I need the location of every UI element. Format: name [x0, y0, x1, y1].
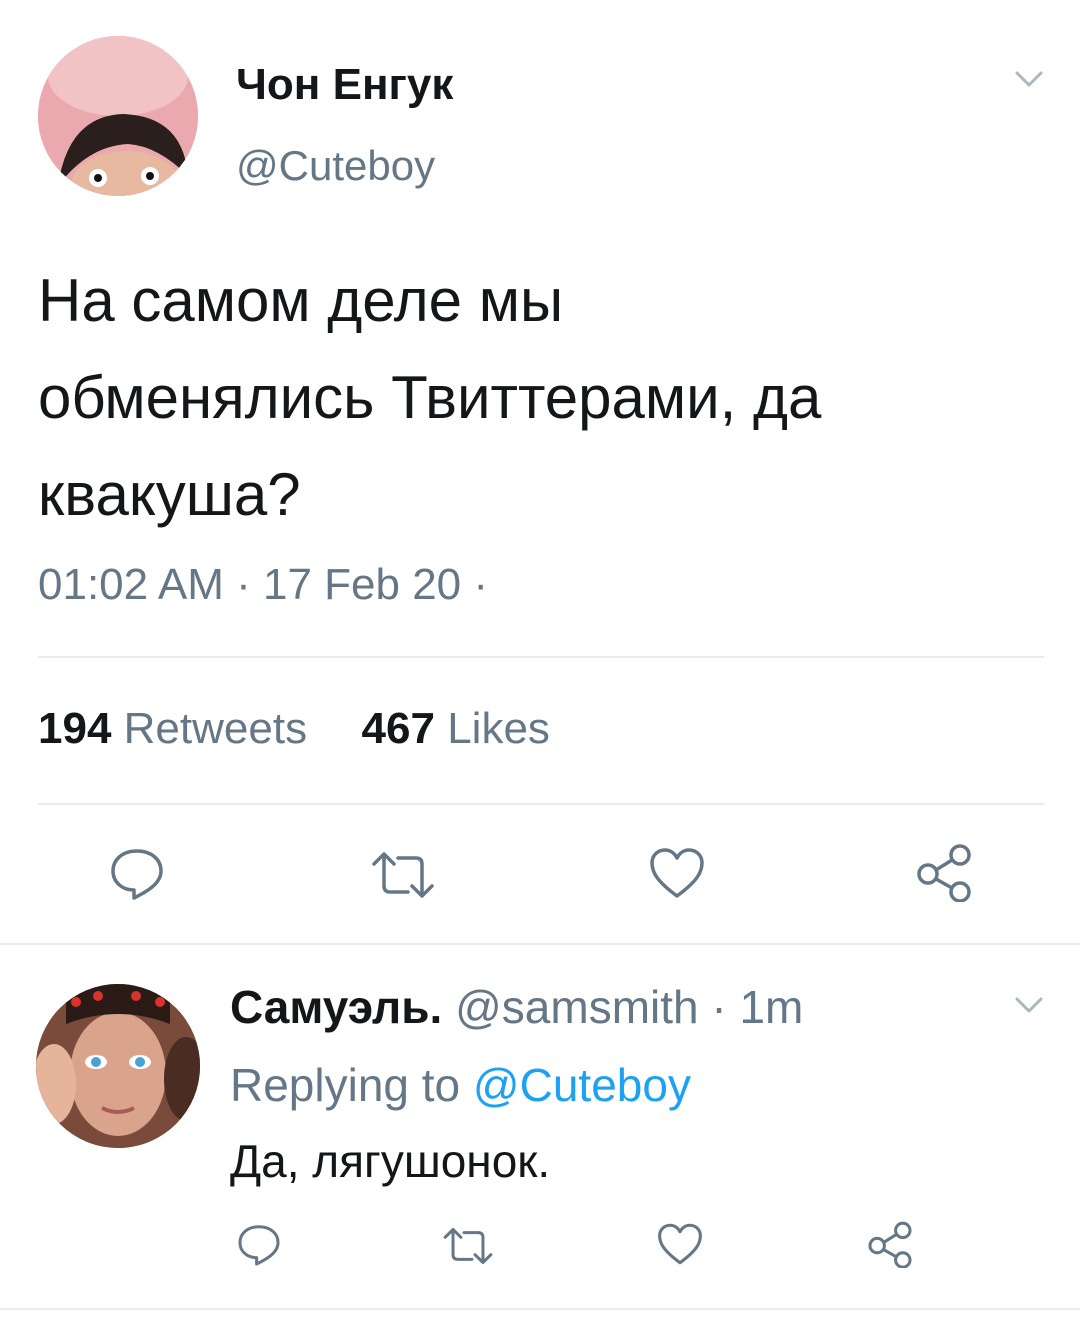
- replying-to: Replying to @Cuteboy: [230, 1058, 691, 1112]
- retweets-label: Retweets: [123, 704, 308, 753]
- reply-like-button[interactable]: [656, 1222, 704, 1266]
- chevron-down-icon: [1015, 997, 1043, 1013]
- divider: [38, 803, 1044, 805]
- divider: [38, 656, 1044, 658]
- tweet-text: На самом деле мы обменялись Твиттерами, …: [38, 252, 1048, 543]
- avatar-image: [36, 984, 200, 1148]
- replying-prefix: Replying to: [230, 1059, 461, 1111]
- reply-header: Самуэль. @samsmith · 1m: [230, 980, 803, 1034]
- like-button[interactable]: [648, 846, 706, 900]
- author-avatar[interactable]: [38, 36, 198, 196]
- tweet-separator: [0, 1308, 1080, 1310]
- reply-author-avatar[interactable]: [36, 984, 200, 1148]
- reply-author-name[interactable]: Самуэль.: [230, 981, 442, 1033]
- comment-bubble-icon: [238, 1225, 280, 1266]
- reply-button[interactable]: [108, 846, 166, 902]
- reply-retweet-button[interactable]: [442, 1226, 494, 1266]
- share-button[interactable]: [914, 842, 974, 902]
- avatar-image: [38, 36, 198, 196]
- retweets-stat[interactable]: 194 Retweets: [38, 704, 307, 753]
- tweet-menu-button[interactable]: [1012, 62, 1046, 101]
- author-handle[interactable]: @Cuteboy: [236, 142, 435, 190]
- likes-label: Likes: [447, 704, 550, 753]
- tweet-separator: [0, 943, 1080, 945]
- tweet-text-line: обменялись Твиттерами, да: [38, 364, 822, 431]
- retweets-count: 194: [38, 704, 112, 753]
- reply-menu-button[interactable]: [1012, 988, 1046, 1027]
- comment-bubble-icon: [111, 849, 163, 900]
- retweet-button[interactable]: [370, 850, 436, 900]
- reply-time: · 1m: [711, 981, 804, 1033]
- mention-link[interactable]: @Cuteboy: [473, 1059, 691, 1111]
- reply-reply-button[interactable]: [236, 1222, 282, 1268]
- chevron-down-icon: [1015, 71, 1043, 87]
- tweet-text-line: квакуша?: [38, 461, 301, 528]
- heart-icon: [650, 848, 704, 898]
- reply-share-button[interactable]: [866, 1220, 914, 1268]
- retweet-icon: [443, 1227, 493, 1265]
- tweet-timestamp[interactable]: 01:02 AM · 17 Feb 20 ·: [38, 560, 488, 610]
- share-icon: [868, 1221, 912, 1268]
- retweet-icon: [372, 852, 434, 898]
- likes-count: 467: [361, 704, 435, 753]
- tweet-stats: 194 Retweets 467 Likes: [38, 704, 550, 754]
- share-icon: [917, 844, 971, 902]
- likes-stat[interactable]: 467 Likes: [362, 704, 550, 753]
- reply-author-handle[interactable]: @samsmith: [455, 981, 699, 1033]
- heart-icon: [658, 1223, 702, 1265]
- tweet-text-line: На самом деле мы: [38, 267, 564, 334]
- reply-text: Да, лягушонок.: [230, 1135, 551, 1187]
- author-name[interactable]: Чон Енгук: [236, 60, 453, 110]
